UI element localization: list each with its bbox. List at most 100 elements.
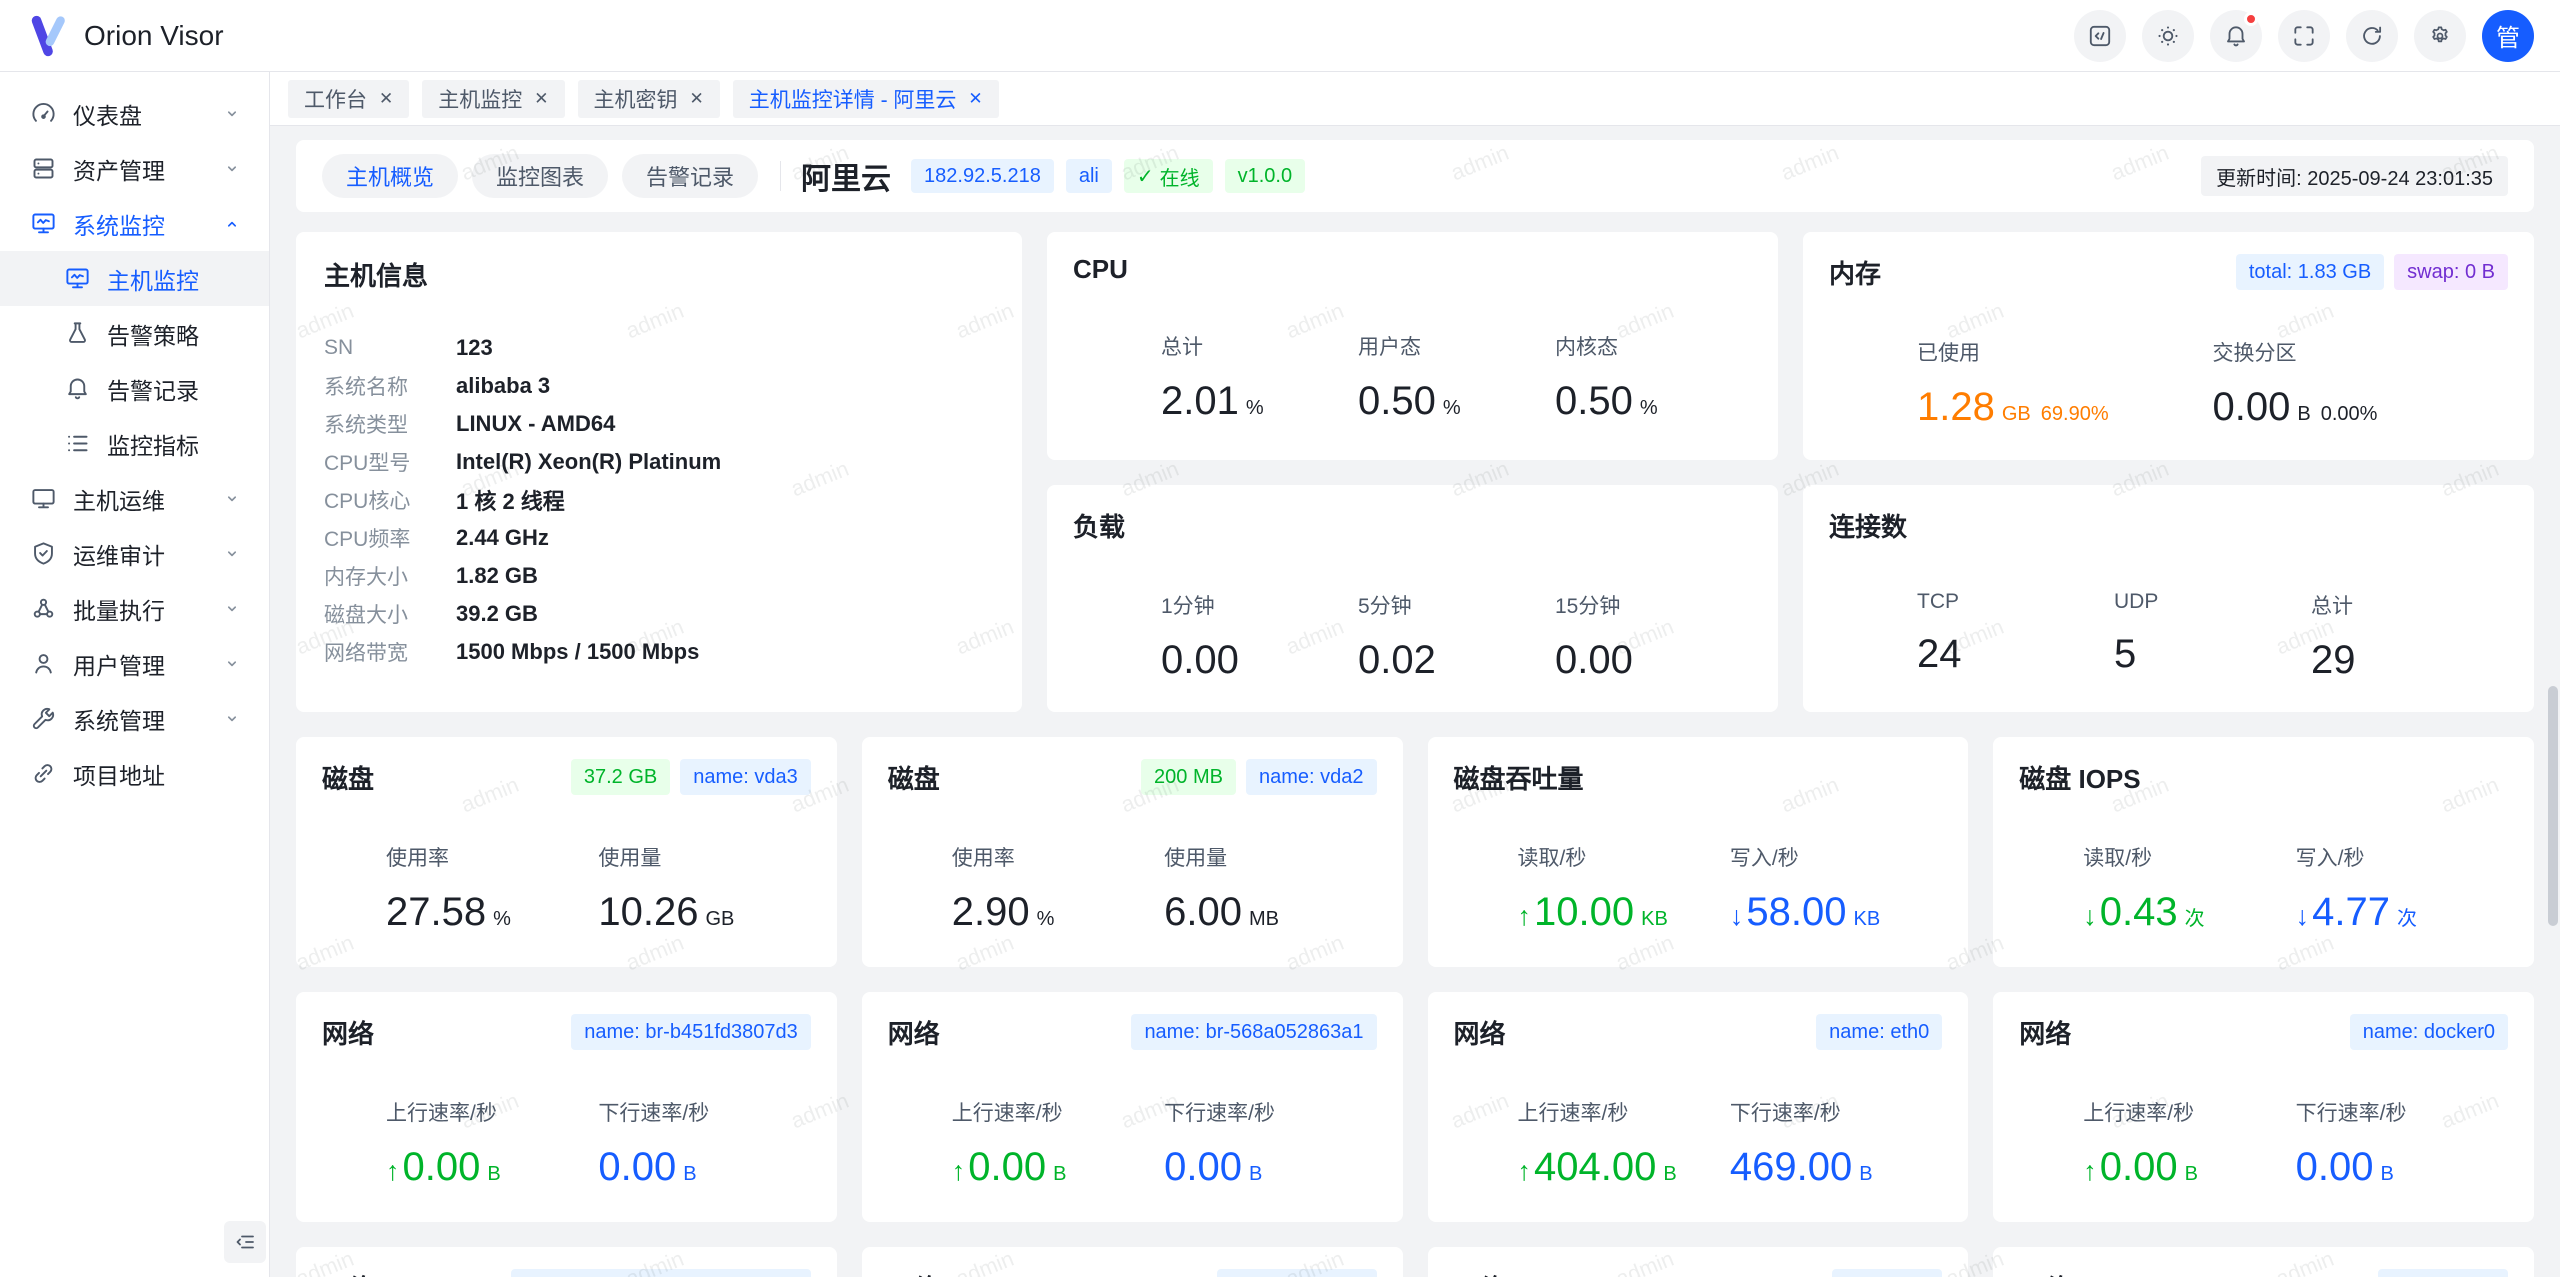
close-icon[interactable]: ✕ [534, 89, 548, 109]
card-title: 磁盘 IOPS [2019, 759, 2140, 796]
tab-bar: 工作台 ✕ 主机监控 ✕ 主机密钥 ✕ 主机监控详情 - 阿里云 ✕ [270, 72, 2560, 126]
stat-value: 0.00 [968, 1145, 1046, 1190]
sidebar-item-alert-records[interactable]: 告警记录 [0, 361, 269, 416]
sidebar-item-user-mgmt[interactable]: 用户管理 [0, 636, 269, 691]
code-button[interactable] [2074, 10, 2126, 62]
stat-unit: KB [1853, 908, 1880, 931]
card-title: 磁盘 [322, 759, 374, 796]
view-tab-overview[interactable]: 主机概览 [322, 154, 458, 198]
stat-value: 469.00 [1730, 1145, 1852, 1190]
sun-icon [2155, 23, 2181, 49]
stat-unit: GB [705, 908, 734, 931]
tab-host-monitoring[interactable]: 主机监控 ✕ [422, 80, 564, 118]
stat-downlink: 下行速率/秒 0.00B [598, 1097, 810, 1190]
sidebar-item-assets[interactable]: 资产管理 [0, 141, 269, 196]
chevron-down-icon [221, 708, 243, 730]
stat-unit: KB [1641, 908, 1668, 931]
card-partial-3: 网络 [1428, 1247, 1969, 1277]
sidebar-item-host-monitoring[interactable]: 主机监控 [0, 251, 269, 306]
tab-workbench[interactable]: 工作台 ✕ [288, 80, 409, 118]
chevron-down-icon [221, 158, 243, 180]
card-title: 网络 [2019, 1269, 2071, 1277]
fullscreen-button[interactable] [2278, 10, 2330, 62]
refresh-button[interactable] [2346, 10, 2398, 62]
card-title: 网络 [2019, 1014, 2071, 1051]
sidebar-item-alert-policy[interactable]: 告警策略 [0, 306, 269, 361]
avatar[interactable]: 管 [2482, 10, 2534, 62]
menu-fold-icon [233, 1230, 257, 1254]
settings-button[interactable] [2414, 10, 2466, 62]
view-tab-alerts[interactable]: 告警记录 [622, 154, 758, 198]
card-title: 网络 [888, 1269, 940, 1277]
card-cpu: CPU 总计 2.01% 用户态 0.50% [1047, 232, 1778, 460]
sidebar-item-ops-audit[interactable]: 运维审计 [0, 526, 269, 581]
sidebar-item-label: 主机监控 [107, 262, 243, 296]
arrow-up-icon: ↑ [952, 1156, 966, 1187]
bell-icon [64, 375, 91, 402]
sidebar-item-metrics[interactable]: 监控指标 [0, 416, 269, 471]
network-name-tag: name: docker0 [2350, 1014, 2508, 1050]
content-scroll-area[interactable]: adminadminadminadminadminadminadminadmin… [270, 126, 2560, 1277]
close-icon[interactable]: ✕ [379, 89, 393, 109]
app-title: Orion Visor [84, 20, 224, 52]
sidebar-item-system-mgmt[interactable]: 系统管理 [0, 691, 269, 746]
stat-load-1m: 1分钟 0.00 [1161, 590, 1358, 683]
info-row-disk-size: 磁盘大小39.2 GB [324, 595, 994, 633]
sidebar-item-label: 监控指标 [107, 427, 243, 461]
tab-host-monitor-detail[interactable]: 主机监控详情 - 阿里云 ✕ [733, 80, 999, 118]
sidebar-item-batch-exec[interactable]: 批量执行 [0, 581, 269, 636]
sidebar-item-monitoring[interactable]: 系统监控 [0, 196, 269, 251]
sidebar-item-project-link[interactable]: 项目地址 [0, 746, 269, 801]
tab-label: 主机密钥 [594, 84, 678, 114]
memory-total-tag: total: 1.83 GB [2236, 254, 2384, 290]
close-icon[interactable]: ✕ [690, 89, 704, 109]
sidebar-item-label: 系统监控 [73, 207, 221, 241]
card-memory: 内存 total: 1.83 GB swap: 0 B 已使用 1.28GB69… [1803, 232, 2534, 460]
card-load: 负载 1分钟 0.00 5分钟 0.02 [1047, 485, 1778, 713]
flask-icon [64, 320, 91, 347]
gear-icon [2427, 23, 2453, 49]
card-network-br-568a052863a1: 网络 name: br-568a052863a1 上行速率/秒 ↑0.00B 下… [862, 992, 1403, 1222]
row-partial: 网络 网络 网络 [296, 1247, 2534, 1277]
chevron-down-icon [221, 103, 243, 125]
stat-value: 6.00 [1164, 890, 1242, 935]
tab-host-keys[interactable]: 主机密钥 ✕ [578, 80, 720, 118]
stat-unit: GB [2002, 403, 2031, 426]
scrollbar-thumb[interactable] [2548, 686, 2558, 926]
network-name-tag [2378, 1269, 2508, 1277]
arrow-up-icon: ↑ [386, 1156, 400, 1187]
row-networks: 网络 name: br-b451fd3807d3 上行速率/秒 ↑0.00B 下… [296, 992, 2534, 1222]
chevron-down-icon [221, 488, 243, 510]
notifications-button[interactable] [2210, 10, 2262, 62]
disk-size-tag: 200 MB [1141, 759, 1236, 795]
stat-value: 58.00 [1746, 890, 1846, 935]
stat-unit: B [487, 1163, 500, 1186]
card-disk-vda3: 磁盘 37.2 GB name: vda3 使用率 27.58% [296, 737, 837, 967]
app-logo[interactable]: Orion Visor [26, 13, 224, 59]
chevron-down-icon [221, 543, 243, 565]
sidebar-collapse-button[interactable] [224, 1221, 266, 1263]
logo-v-icon [26, 13, 72, 59]
stat-uplink: 上行速率/秒 ↑404.00B [1518, 1097, 1730, 1190]
stat-unit: B [683, 1163, 696, 1186]
arrow-up-icon: ↑ [1518, 1156, 1532, 1187]
sidebar-item-host-ops[interactable]: 主机运维 [0, 471, 269, 526]
card-title: 网络 [1454, 1014, 1506, 1051]
theme-button[interactable] [2142, 10, 2194, 62]
app-window: Orion Visor [0, 0, 2560, 1277]
stat-value: 0.00 [2296, 1145, 2374, 1190]
monitor-pulse-icon [30, 210, 57, 237]
sidebar-item-dashboard[interactable]: 仪表盘 [0, 86, 269, 141]
stat-value: 0.02 [1358, 638, 1436, 683]
tab-label: 主机监控详情 - 阿里云 [749, 84, 957, 114]
info-row-bandwidth: 网络带宽1500 Mbps / 1500 Mbps [324, 633, 994, 671]
view-tab-charts[interactable]: 监控图表 [472, 154, 608, 198]
info-row-sn: SN123 [324, 329, 994, 367]
vertical-scrollbar[interactable] [2547, 126, 2559, 1277]
stat-unit: % [493, 908, 511, 931]
close-icon[interactable]: ✕ [968, 89, 982, 109]
stat-value: 0.43 [2100, 890, 2178, 935]
stat-unit: B [2380, 1163, 2393, 1186]
stat-cpu-user: 用户态 0.50% [1358, 331, 1555, 424]
monitor-pulse-icon [64, 265, 91, 292]
